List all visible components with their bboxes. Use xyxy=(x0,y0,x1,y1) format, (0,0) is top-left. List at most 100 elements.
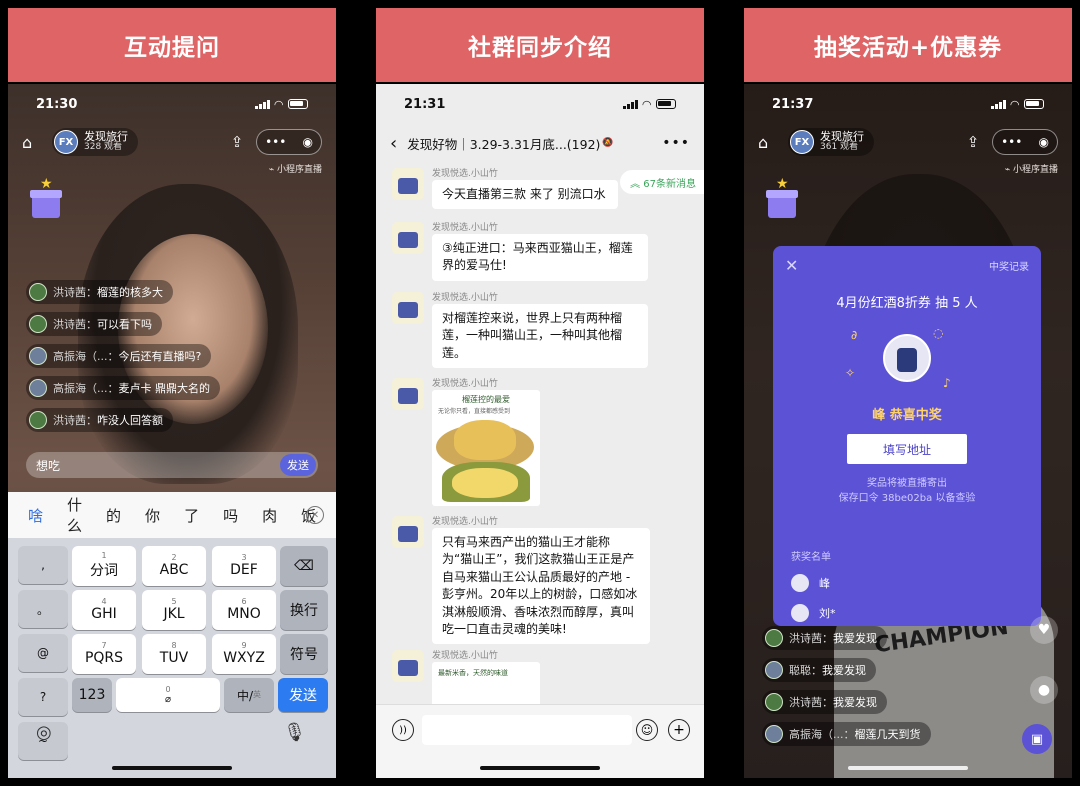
candidate-item[interactable]: 肉 xyxy=(262,505,277,526)
clock: 21:31 xyxy=(404,96,446,112)
symbol-key[interactable]: ? xyxy=(18,678,68,716)
host-card[interactable]: FX 发现旅行 361 观看 xyxy=(788,128,874,156)
more-icon[interactable]: ••• xyxy=(265,135,286,149)
backspace-key[interactable]: ⌫ xyxy=(280,546,328,586)
key[interactable]: 9 WXYZ xyxy=(212,634,276,674)
keyboard-send-key[interactable]: 发送 xyxy=(278,678,328,712)
numeric-key[interactable]: 123 xyxy=(72,678,112,712)
candidate-item[interactable]: 啥 xyxy=(28,505,43,526)
mini-program-label: ⌁ 小程序直播 xyxy=(268,165,322,175)
comment-item: 洪诗茜： 咋没人回答额 xyxy=(26,408,173,432)
avatar xyxy=(791,604,809,622)
mic-small-icon: ⌀ xyxy=(164,693,172,705)
close-circle-icon[interactable]: ◉ xyxy=(302,135,312,149)
symbol-key[interactable]: @ xyxy=(18,634,68,672)
message-bubble[interactable]: 今天直播第三款 来了 别流口水 xyxy=(432,180,618,210)
status-bar: 21:37 ◠ xyxy=(744,84,1072,124)
candidate-item[interactable]: 了 xyxy=(184,505,199,526)
home-indicator xyxy=(848,766,968,770)
globe-icon[interactable]: ◎ xyxy=(36,722,52,743)
key[interactable]: 2 ABC xyxy=(142,546,206,586)
key[interactable]: 7 PQRS xyxy=(72,634,136,674)
battery-icon xyxy=(288,99,308,109)
host-logo: FX xyxy=(790,130,814,154)
candidate-item[interactable]: 的 xyxy=(106,505,121,526)
candidate-item[interactable]: 你 xyxy=(145,505,160,526)
durian-image[interactable]: 榴莲控的最爱 无论你只看，直接都感受到 xyxy=(432,390,540,506)
newline-key[interactable]: 换行 xyxy=(280,590,328,630)
avatar xyxy=(765,661,783,679)
comment-item: 高振海（...： 榴莲几天到货 xyxy=(762,722,931,746)
mini-program-label: ⌁ 小程序直播 xyxy=(1004,165,1058,175)
space-key[interactable]: 0 ⌀ xyxy=(116,678,220,712)
chat-screen: 21:31 ◠ ‹ 发现好物｜3.29-3.31月底...(192) 🔕 •••… xyxy=(376,84,704,778)
shopping-bag-icon[interactable]: ▣ xyxy=(1022,724,1052,754)
more-icon[interactable]: ••• xyxy=(662,135,690,151)
confetti-icon: ∂ xyxy=(851,328,858,342)
message-input[interactable] xyxy=(422,715,632,745)
key[interactable]: 6 MNO xyxy=(212,590,276,630)
panel-group-chat: 社群同步介绍 21:31 ◠ ‹ 发现好物｜3.29-3.31月底...(192… xyxy=(376,8,704,778)
sender-name: 发现悦选.小山竹 xyxy=(432,223,498,233)
lottery-modal: ✕ 中奖记录 4月份红酒8折券 抽 5 人 ∂ ◌ ✧ ♪ 峰 恭喜中奖 填写地… xyxy=(773,246,1041,626)
candidate-bar: 啥 什么 的 你 了 吗 肉 饭 ✕ xyxy=(8,492,336,538)
wifi-icon: ◠ xyxy=(642,97,651,111)
plus-icon[interactable]: + xyxy=(668,719,690,741)
prize-records-link[interactable]: 中奖记录 xyxy=(989,258,1029,273)
signal-icon xyxy=(254,99,270,109)
avatar xyxy=(392,516,424,548)
close-circle-icon[interactable]: ◉ xyxy=(1038,135,1048,149)
status-bar: 21:31 ◠ xyxy=(376,84,704,124)
avatar xyxy=(765,725,783,743)
comment-input[interactable]: 想吃 发送 xyxy=(26,452,318,478)
share-icon[interactable]: ⇪ xyxy=(958,133,988,151)
live-screen: 21:30 ◠ ⌂ FX 发现旅行 328 观看 ⇪ ••• ◉ ⌁ 小程序直播 ★… xyxy=(8,84,336,778)
symbols-key[interactable]: 符号 xyxy=(280,634,328,674)
candidate-item[interactable]: 什么 xyxy=(67,494,82,536)
congrats-text: 峰 恭喜中奖 xyxy=(872,408,942,423)
symbol-key[interactable]: 。 xyxy=(18,590,68,628)
avatar xyxy=(29,379,47,397)
avatar xyxy=(791,574,809,592)
mic-icon[interactable]: 🎙 xyxy=(283,722,306,743)
message-bubble[interactable]: ③纯正进口：马来西亚猫山王，榴莲界的爱马仕! xyxy=(432,234,648,281)
miniapp-capsule[interactable]: ••• ◉ xyxy=(256,129,322,155)
close-icon[interactable]: ✕ xyxy=(785,256,798,275)
emoji-icon[interactable]: ☺ xyxy=(636,719,658,741)
keyboard: 啥 什么 的 你 了 吗 肉 饭 ✕ , 。 @ ? ~ 1 分词 2 ABC 3D… xyxy=(8,492,336,778)
live-top-bar: ⌂ FX 发现旅行 361 观看 ⇪ ••• ◉ xyxy=(744,124,1072,160)
gift-box-icon[interactable]: ★ xyxy=(764,176,800,220)
message-bubble[interactable]: 对榴莲控来说，世界上只有两种榴莲，一种叫猫山王，一种叫其他榴莲。 xyxy=(432,304,648,369)
miniapp-capsule[interactable]: ••• ◉ xyxy=(992,129,1058,155)
avatar xyxy=(392,168,424,200)
symbol-key[interactable]: , xyxy=(18,546,68,584)
key[interactable]: 8 TUV xyxy=(142,634,206,674)
voice-icon[interactable]: )) xyxy=(392,719,414,741)
close-candidates-icon[interactable]: ✕ xyxy=(306,506,324,524)
avatar xyxy=(392,222,424,254)
message-bubble[interactable]: 只有马来西产出的猫山王才能称为“猫山王”，我们这款猫山王正是产自马来猫山王公认品… xyxy=(432,528,650,645)
wifi-icon: ◠ xyxy=(274,97,283,111)
home-icon[interactable]: ⌂ xyxy=(758,133,784,152)
candidate-item[interactable]: 吗 xyxy=(223,505,238,526)
more-icon[interactable]: ••• xyxy=(1001,135,1022,149)
new-messages-badge[interactable]: ︽ 67条新消息 xyxy=(620,170,704,194)
fill-address-button[interactable]: 填写地址 xyxy=(847,434,967,464)
gift-box-icon[interactable]: ★ xyxy=(28,176,64,220)
home-indicator xyxy=(112,766,232,770)
chat-bubble-icon[interactable]: ● xyxy=(1030,676,1058,704)
host-card[interactable]: FX 发现旅行 328 观看 xyxy=(52,128,138,156)
key[interactable]: 3 DEF xyxy=(212,546,276,586)
sender-name: 发现悦选.小山竹 xyxy=(432,517,498,527)
key[interactable]: 1 分词 xyxy=(72,546,136,586)
image-thumbnail[interactable]: 最新米香，天然的味道 xyxy=(432,662,540,706)
key[interactable]: 4 GHI xyxy=(72,590,136,630)
heart-icon[interactable]: ♥ xyxy=(1030,616,1058,644)
share-icon[interactable]: ⇪ xyxy=(222,133,252,151)
back-icon[interactable]: ‹ xyxy=(390,133,397,154)
key[interactable]: 5 JKL xyxy=(142,590,206,630)
cn-en-key[interactable]: 中/英 xyxy=(224,678,274,712)
comment-item: 洪诗茜： 我爱发现 xyxy=(762,626,887,650)
send-button[interactable]: 发送 xyxy=(280,454,316,476)
home-icon[interactable]: ⌂ xyxy=(22,133,48,152)
